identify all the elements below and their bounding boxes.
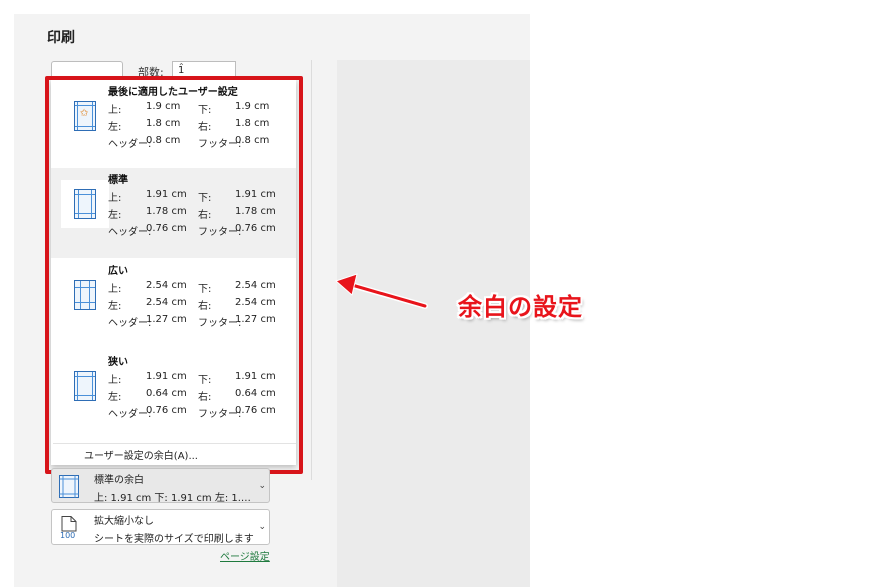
annotation-label: 余白の設定	[458, 293, 583, 321]
annotation-arrow	[335, 273, 428, 309]
